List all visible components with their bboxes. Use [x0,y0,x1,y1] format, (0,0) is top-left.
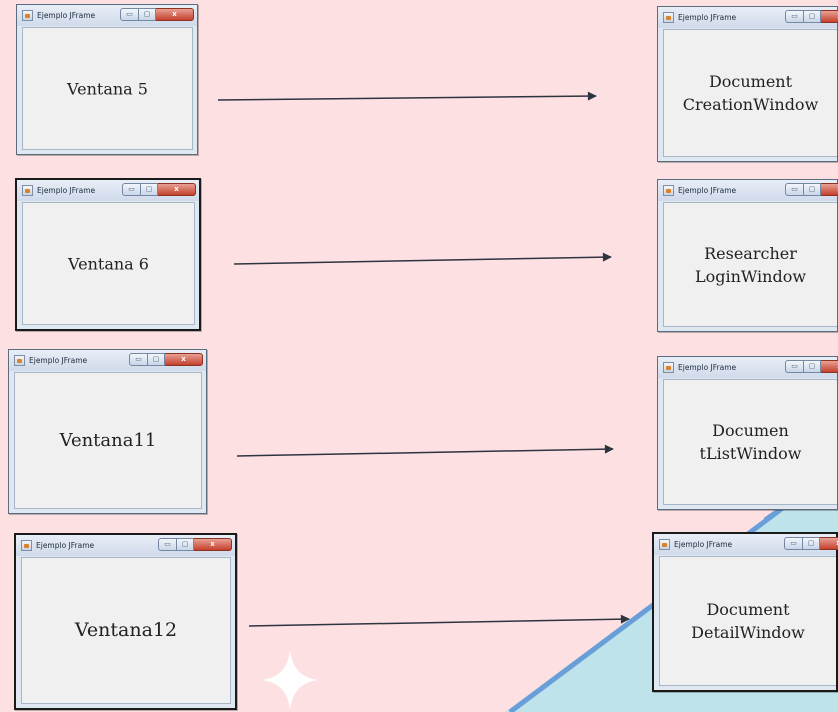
minimize-button[interactable]: ▭ [785,183,804,196]
window-content: Ventana 5 [22,27,193,150]
window-title: Ejemplo JFrame [678,363,737,372]
maximize-button[interactable]: ▢ [141,183,158,196]
java-app-icon [659,539,670,550]
window-content: Document CreationWindow [663,29,837,157]
close-button[interactable]: x [820,537,838,550]
close-button[interactable]: x [194,538,232,551]
source-window-label: Ventana11 [59,429,157,451]
source-window-label: Ventana 6 [68,253,149,273]
sparkle-icon [262,650,318,710]
window-content: Ventana11 [14,372,202,509]
maximize-button[interactable]: ▢ [804,183,821,196]
arrow-3 [236,444,614,457]
close-button[interactable]: x [821,360,838,373]
source-window-label: Ventana12 [74,618,178,641]
title-bar[interactable]: Ejemplo JFrame ▭ ▢ x [9,350,206,371]
window-title: Ejemplo JFrame [37,11,96,20]
minimize-button[interactable]: ▭ [785,360,804,373]
target-window-2[interactable]: Ejemplo JFrame ▭ ▢ x Researcher LoginWin… [657,179,838,332]
target-window-1[interactable]: Ejemplo JFrame ▭ ▢ x Document CreationWi… [657,6,838,162]
minimize-button[interactable]: ▭ [785,10,804,23]
title-bar[interactable]: Ejemplo JFrame ▭ ▢ x [17,5,197,26]
maximize-button[interactable]: ▢ [803,537,820,550]
source-window-1[interactable]: Ejemplo JFrame ▭ ▢ x Ventana 5 [16,4,198,155]
java-app-icon [663,185,674,196]
java-app-icon [21,540,32,551]
window-content: Documen tListWindow [663,379,837,505]
minimize-button[interactable]: ▭ [122,183,141,196]
window-title: Ejemplo JFrame [678,13,737,22]
window-title: Ejemplo JFrame [678,186,737,195]
java-app-icon [22,10,33,21]
title-bar[interactable]: Ejemplo JFrame ▭ ▢ x [16,535,235,556]
close-button[interactable]: x [165,353,203,366]
java-app-icon [22,185,33,196]
source-window-2[interactable]: Ejemplo JFrame ▭ ▢ x Ventana 6 [15,178,201,331]
maximize-button[interactable]: ▢ [804,10,821,23]
target-window-label: Document CreationWindow [682,71,819,114]
window-content: Document DetailWindow [659,556,836,686]
minimize-button[interactable]: ▭ [120,8,139,21]
close-button[interactable]: x [821,10,838,23]
minimize-button[interactable]: ▭ [784,537,803,550]
title-bar[interactable]: Ejemplo JFrame ▭ ▢ x [658,7,838,28]
target-window-label: Documen tListWindow [699,420,802,463]
window-content: Ventana 6 [22,202,195,325]
arrow-4 [248,614,630,627]
window-content: Researcher LoginWindow [663,202,837,327]
target-window-label: Researcher LoginWindow [694,243,807,286]
maximize-button[interactable]: ▢ [139,8,156,21]
target-window-4[interactable]: Ejemplo JFrame ▭ ▢ x Document DetailWind… [652,532,838,692]
title-bar[interactable]: Ejemplo JFrame ▭ ▢ x [654,534,838,555]
minimize-button[interactable]: ▭ [158,538,177,551]
maximize-button[interactable]: ▢ [177,538,194,551]
title-bar[interactable]: Ejemplo JFrame ▭ ▢ x [17,180,199,201]
window-title: Ejemplo JFrame [674,540,733,549]
target-window-label: Document DetailWindow [691,599,805,642]
title-bar[interactable]: Ejemplo JFrame ▭ ▢ x [658,180,838,201]
window-title: Ejemplo JFrame [37,186,96,195]
window-title: Ejemplo JFrame [36,541,95,550]
java-app-icon [663,12,674,23]
close-button[interactable]: x [158,183,196,196]
java-app-icon [14,355,25,366]
maximize-button[interactable]: ▢ [804,360,821,373]
window-title: Ejemplo JFrame [29,356,88,365]
maximize-button[interactable]: ▢ [148,353,165,366]
arrow-1 [217,91,597,101]
close-button[interactable]: x [156,8,194,21]
source-window-label: Ventana 5 [67,78,148,98]
title-bar[interactable]: Ejemplo JFrame ▭ ▢ x [658,357,838,378]
close-button[interactable]: x [821,183,838,196]
minimize-button[interactable]: ▭ [129,353,148,366]
arrow-2 [233,252,612,265]
target-window-3[interactable]: Ejemplo JFrame ▭ ▢ x Documen tListWindow [657,356,838,510]
window-content: Ventana12 [21,557,231,704]
source-window-3[interactable]: Ejemplo JFrame ▭ ▢ x Ventana11 [8,349,207,514]
source-window-4[interactable]: Ejemplo JFrame ▭ ▢ x Ventana12 [14,533,237,710]
java-app-icon [663,362,674,373]
